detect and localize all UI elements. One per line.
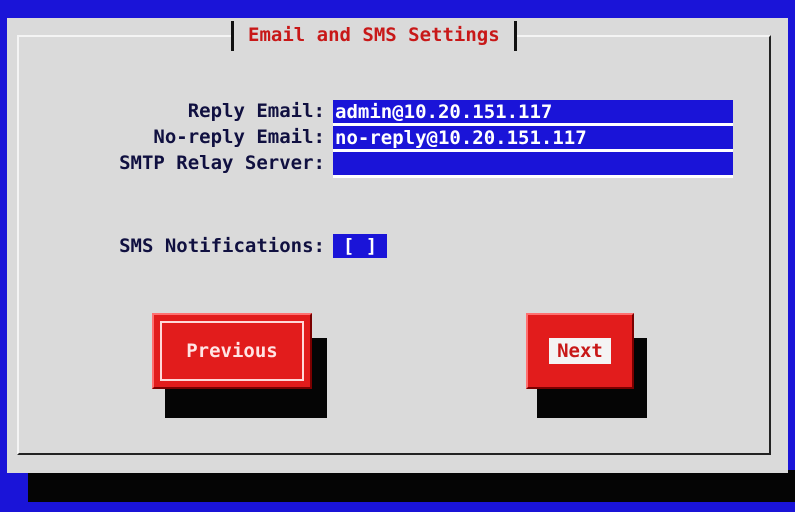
previous-button-label: Previous <box>160 321 304 381</box>
email-sms-settings-dialog: Email and SMS Settings Reply Email: admi… <box>7 18 788 473</box>
smtp-relay-label: SMTP Relay Server: <box>119 152 325 174</box>
dialog-shadow <box>28 470 795 502</box>
noreply-email-label: No-reply Email: <box>153 126 325 148</box>
sms-notifications-checkbox[interactable]: [ ] <box>333 234 387 258</box>
smtp-relay-field[interactable] <box>333 152 733 178</box>
reply-email-label: Reply Email: <box>187 100 325 122</box>
reply-email-field[interactable]: admin@10.20.151.117 <box>333 100 733 126</box>
next-button-label: Next <box>549 338 611 364</box>
previous-button[interactable]: Previous <box>152 313 312 389</box>
next-button-inner: Next <box>534 321 626 381</box>
sms-notifications-label: SMS Notifications: <box>119 235 325 257</box>
next-button[interactable]: Next <box>526 313 634 389</box>
noreply-email-field[interactable]: no-reply@10.20.151.117 <box>333 126 733 152</box>
dialog-title: Email and SMS Settings <box>231 21 517 51</box>
